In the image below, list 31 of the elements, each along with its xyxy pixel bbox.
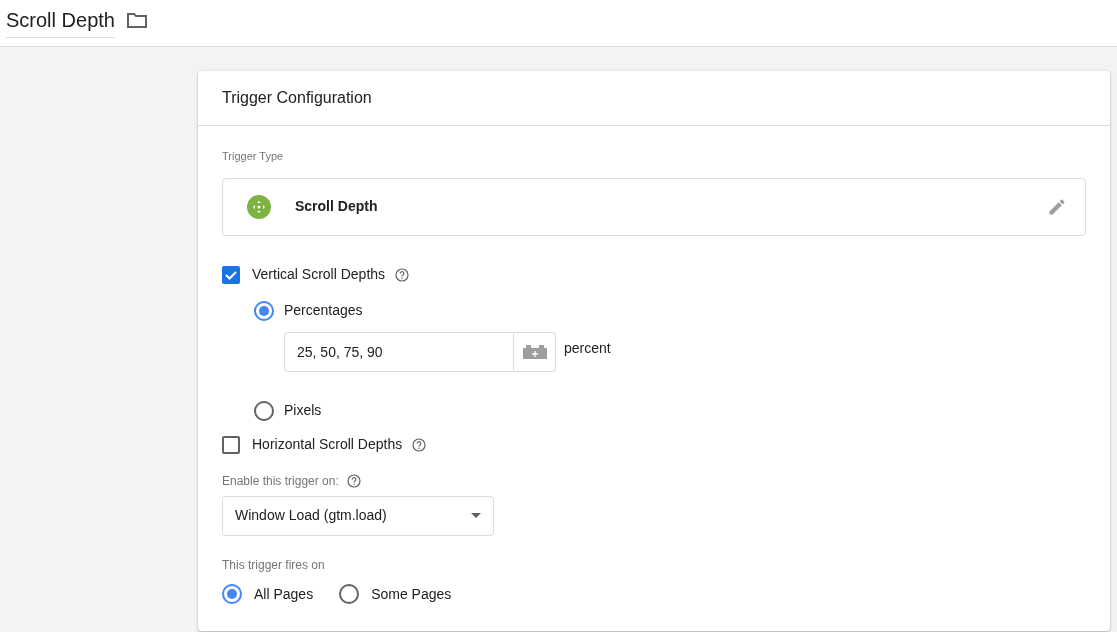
pencil-icon[interactable]: [1047, 196, 1067, 217]
checkbox-label: Horizontal Scroll Depths: [252, 435, 403, 454]
radio-button[interactable]: [222, 584, 242, 604]
field-label: This trigger fires on: [222, 556, 326, 574]
percentages-input[interactable]: 25, 50, 75, 90: [284, 331, 514, 372]
variable-brick-icon[interactable]: [522, 344, 547, 359]
help-icon[interactable]: [346, 473, 361, 488]
variable-button[interactable]: [514, 331, 556, 372]
trigger-type-card[interactable]: Scroll Depth: [222, 177, 1086, 236]
unit-label: percent: [564, 338, 611, 358]
checkbox[interactable]: [222, 265, 240, 284]
field-label: Trigger Type: [222, 149, 285, 164]
trigger-event-dropdown[interactable]: Window Load (gtm.load): [222, 495, 494, 536]
radio-button[interactable]: [254, 300, 274, 321]
radio-label: Pixels: [284, 401, 322, 420]
checkbox-label: Vertical Scroll Depths: [252, 265, 386, 284]
radio-label: Percentages: [284, 301, 363, 320]
radio-label: All Pages: [254, 584, 314, 604]
radio-label: Some Pages: [371, 584, 452, 604]
trigger-name[interactable]: Scroll Depth: [6, 4, 115, 38]
radio-button[interactable]: [254, 400, 274, 421]
checkbox[interactable]: [222, 435, 240, 454]
caret-icon: [471, 513, 481, 518]
radio-button[interactable]: [339, 584, 360, 604]
field-label: Enable this trigger on:: [222, 472, 339, 490]
card-title: Trigger Configuration: [222, 88, 372, 108]
folder-icon[interactable]: [126, 12, 147, 28]
trigger-type-name: Scroll Depth: [295, 197, 378, 216]
move-arrows-icon: [247, 194, 271, 219]
help-icon[interactable]: [412, 437, 427, 452]
help-icon[interactable]: [395, 267, 410, 282]
